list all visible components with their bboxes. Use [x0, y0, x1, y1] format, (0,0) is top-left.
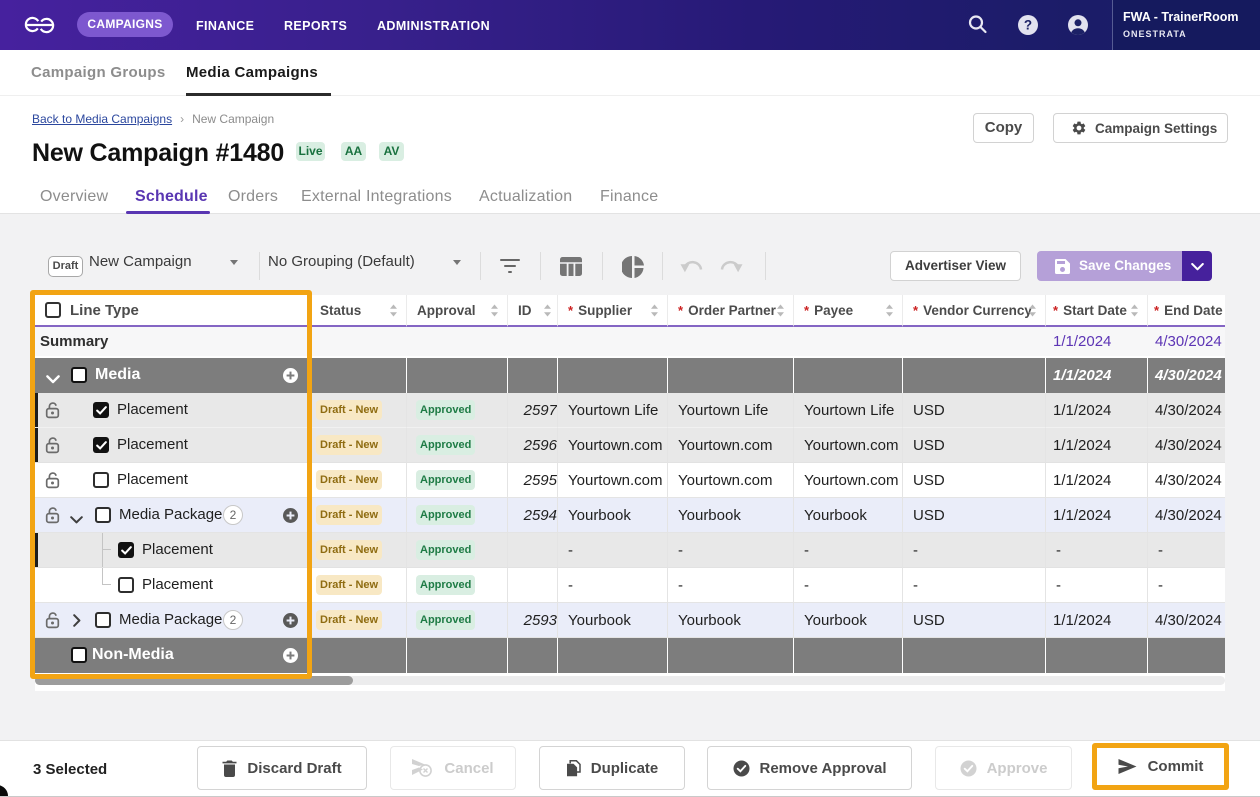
- svg-text:?: ?: [1024, 18, 1032, 33]
